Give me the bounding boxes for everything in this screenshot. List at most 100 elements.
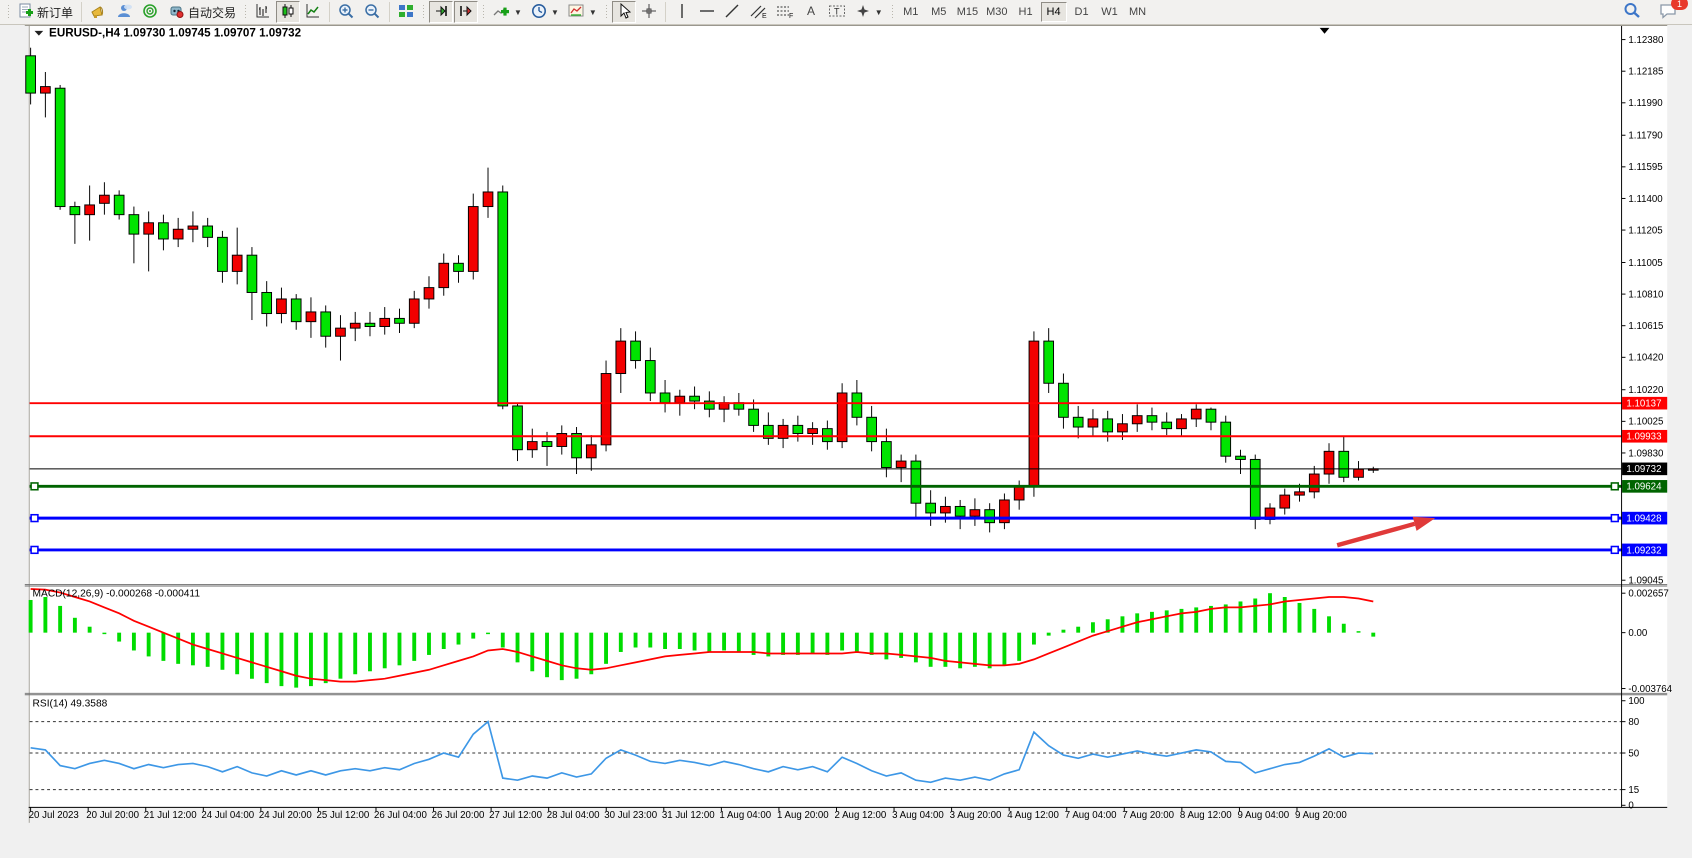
megaphone-button[interactable] [86,1,111,23]
candle-bearish [1162,422,1172,428]
periods-button[interactable]: ▼ [527,1,563,23]
rsi-tick-label: 0 [1628,801,1634,812]
candle-bullish [100,195,110,203]
chart-window[interactable]: EURUSD-,H4 1.09730 1.09745 1.09707 1.097… [0,25,1692,853]
svg-text:A: A [807,4,815,18]
signals-button[interactable] [138,1,163,23]
bar-chart-button[interactable] [251,1,275,23]
candle-bullish [85,205,95,215]
trendline-icon [724,3,740,22]
svg-text:T: T [834,6,840,16]
arrows-tool-icon [855,3,871,22]
notifications-button[interactable]: 1 [1655,1,1682,23]
chart-background[interactable] [29,26,1668,807]
candle-bullish [1309,474,1319,492]
rsi-tick-label: 15 [1628,785,1639,796]
templates-button[interactable]: ▼ [564,1,601,23]
candle-bullish [232,255,242,271]
horizontal-line-tool-button[interactable] [695,1,719,23]
rsi-tick-label: 50 [1628,748,1639,759]
arrows-tool-button[interactable]: ▼ [851,1,887,23]
time-tick-label: 8 Aug 12:00 [1180,810,1232,821]
candle-bullish [380,318,390,326]
templates-icon [568,3,585,22]
chart-canvas[interactable]: EURUSD-,H4 1.09730 1.09745 1.09707 1.097… [0,25,1692,853]
toolbar-drag-handle[interactable] [243,3,248,21]
candle-bullish [941,506,951,512]
tf-button-W1[interactable]: W1 [1097,2,1123,22]
trendline-tool-button[interactable] [720,1,744,23]
time-scale[interactable]: 20 Jul 202320 Jul 20:0021 Jul 12:0024 Ju… [29,807,1348,821]
price-tick-label: 1.11005 [1628,258,1662,269]
candle-bullish [277,299,287,314]
zoom-out-icon [364,3,381,22]
toolbar-drag-handle[interactable] [604,3,609,21]
autotrading-icon [168,3,185,22]
community-button[interactable] [112,1,137,23]
tf-button-M30[interactable]: M30 [983,2,1010,22]
candle-bearish [1073,417,1083,427]
line-handle[interactable] [31,546,38,553]
candle-bearish [1044,341,1054,383]
crosshair-button[interactable] [637,1,661,23]
tile-windows-button[interactable] [394,1,418,23]
zoom-out-button[interactable] [360,1,385,23]
candle-bearish [395,318,405,323]
candlestick-chart-button[interactable] [276,1,300,23]
candle-bullish [336,328,346,336]
candle-bearish [926,503,936,513]
chart-shift-button[interactable] [454,1,478,23]
candle-bullish [173,229,183,239]
line-handle[interactable] [31,483,38,490]
tf-button-H4[interactable]: H4 [1041,2,1067,22]
price-tick-label: 1.11990 [1628,98,1663,109]
price-tick-label: 1.12185 [1628,67,1663,78]
tf-button-MN[interactable]: MN [1125,2,1151,22]
signals-icon [142,3,159,22]
new-order-button[interactable]: 新订单 [14,1,77,23]
toolbar-drag-handle[interactable] [481,3,486,21]
zoom-in-icon [338,3,355,22]
line-handle[interactable] [1611,483,1618,490]
text-label-tool-button[interactable]: T [824,1,850,23]
fibonacci-tool-button[interactable]: F [772,1,798,23]
timeframe-group: M1M5M15M30H1H4D1W1MN [898,2,1151,22]
line-chart-button[interactable] [301,1,325,23]
line-handle[interactable] [1611,546,1618,553]
price-tick-label: 1.11790 [1628,131,1663,142]
candle-bearish [1103,419,1113,432]
price-line-label: 1.10137 [1622,397,1667,410]
auto-trading-button[interactable]: 自动交易 [164,1,240,23]
price-tick-label: 1.10810 [1628,289,1664,300]
search-button[interactable] [1619,1,1645,23]
candle-bearish [55,88,65,206]
text-tool-button[interactable]: A [799,1,823,23]
candle-bearish [129,215,139,234]
toolbar-drag-handle[interactable] [421,3,426,21]
rsi-label: RSI(14) 49.3588 [33,698,108,709]
tf-button-M1[interactable]: M1 [898,2,924,22]
tf-button-M5[interactable]: M5 [926,2,952,22]
indicators-button[interactable]: ▼ [489,1,526,23]
candle-bearish [823,429,833,442]
tf-button-H1[interactable]: H1 [1013,2,1039,22]
zoom-in-button[interactable] [334,1,359,23]
tf-button-M15[interactable]: M15 [954,2,981,22]
tf-button-D1[interactable]: D1 [1069,2,1095,22]
equidistant-channel-tool-button[interactable]: E [745,1,771,23]
time-tick-label: 3 Aug 04:00 [892,810,944,821]
candle-bearish [882,442,892,468]
toolbar-drag-handle[interactable] [890,3,895,21]
indicators-icon [493,3,510,22]
toolbar-drag-handle[interactable] [6,3,11,21]
cursor-button[interactable] [612,1,636,23]
auto-scroll-button[interactable] [429,1,453,23]
candle-bullish [409,299,419,323]
line-handle[interactable] [1611,515,1618,522]
candle-bullish [1191,409,1201,419]
time-tick-label: 1 Aug 04:00 [719,810,771,821]
vertical-line-tool-button[interactable] [670,1,694,23]
line-handle[interactable] [31,515,38,522]
candle-bullish [616,341,626,373]
horizontal-line-icon [699,3,715,22]
